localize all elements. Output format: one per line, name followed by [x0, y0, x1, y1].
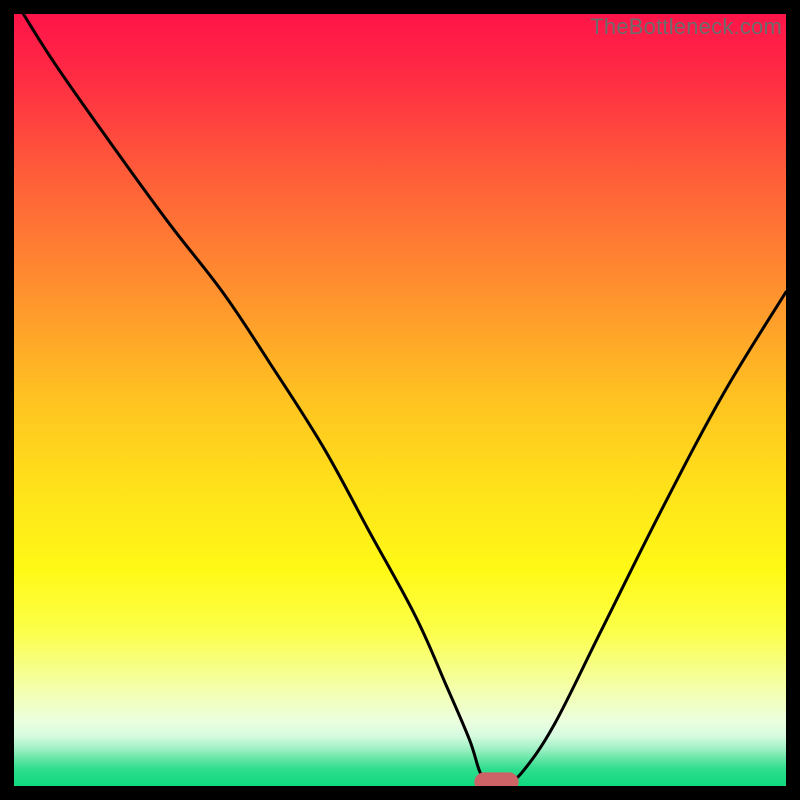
- plot-area: [14, 14, 786, 786]
- gradient-rect: [14, 14, 786, 786]
- gradient-background: [14, 14, 786, 786]
- chart-frame: TheBottleneck.com: [0, 0, 800, 800]
- marker-layer: [475, 773, 518, 786]
- optimal-marker: [475, 773, 518, 786]
- watermark-text: TheBottleneck.com: [590, 14, 782, 40]
